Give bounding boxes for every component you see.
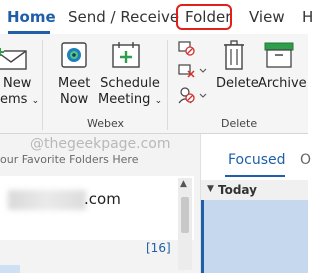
tab-focused[interactable]: Focused — [228, 152, 285, 168]
tab-view[interactable]: View — [249, 8, 285, 26]
scrollbar-thumb[interactable] — [181, 197, 189, 233]
new-items-label-line2: ems ⌄ — [0, 92, 39, 109]
selected-message-row[interactable] — [201, 200, 308, 273]
new-items-label-text: ems — [0, 92, 28, 107]
ribbon-tabs: Home Send / Receive Folder View H — [0, 0, 313, 34]
group-label-delete: Delete — [221, 117, 258, 130]
collapse-chevron-icon[interactable]: ▼ — [207, 184, 214, 194]
chevron-down-icon: ⌄ — [154, 96, 163, 106]
delete-button[interactable]: Delete — [216, 76, 259, 92]
trash-icon — [224, 40, 244, 70]
ignore-icon[interactable] — [178, 40, 196, 56]
account-name[interactable]: .com — [84, 190, 121, 208]
redacted-account-name — [8, 190, 86, 210]
junk-icon[interactable] — [178, 86, 208, 104]
archive-icon — [264, 42, 294, 68]
schedule-meeting-label-text: Meeting — [98, 92, 151, 107]
unread-count-badge: [16] — [146, 241, 171, 255]
next-button-cutoff[interactable] — [300, 76, 304, 92]
tab-send-receive[interactable]: Send / Receive — [68, 8, 179, 26]
favorites-hint: our Favorite Folders Here — [0, 153, 139, 166]
clean-up-icon[interactable] — [178, 63, 208, 79]
new-items-button[interactable]: New ems ⌄ — [0, 76, 39, 109]
webex-meet-icon — [61, 42, 87, 68]
meet-now-button[interactable]: Meet Now — [58, 76, 90, 108]
group-label-webex: Webex — [87, 117, 125, 130]
folder-tab-highlight-box — [176, 4, 232, 30]
meet-now-label-line2: Now — [60, 92, 89, 107]
selection-accent-bar — [201, 200, 204, 273]
schedule-meeting-button[interactable]: Schedule Meeting ⌄ — [98, 76, 162, 109]
chevron-down-icon: ⌄ — [31, 96, 40, 106]
new-items-label-line1: New — [3, 76, 32, 91]
schedule-meeting-label-line1: Schedule — [100, 76, 160, 91]
scroll-up-icon[interactable]: ▲ — [180, 179, 187, 189]
tab-other[interactable]: O — [300, 152, 311, 168]
tab-help[interactable]: H — [302, 8, 313, 26]
meet-now-label-line1: Meet — [58, 76, 91, 91]
calendar-add-icon — [112, 42, 140, 68]
selected-folder-row[interactable] — [0, 265, 20, 273]
watermark: @thegeekpage.com — [30, 136, 171, 152]
ribbon-separator — [167, 40, 168, 130]
group-header-label: Today — [218, 183, 257, 197]
schedule-meeting-label-line2: Meeting ⌄ — [98, 92, 162, 109]
focused-tab-indicator — [225, 175, 285, 177]
ribbon-separator — [42, 40, 43, 130]
envelope-icon — [0, 46, 27, 70]
tab-home[interactable]: Home — [7, 8, 56, 26]
